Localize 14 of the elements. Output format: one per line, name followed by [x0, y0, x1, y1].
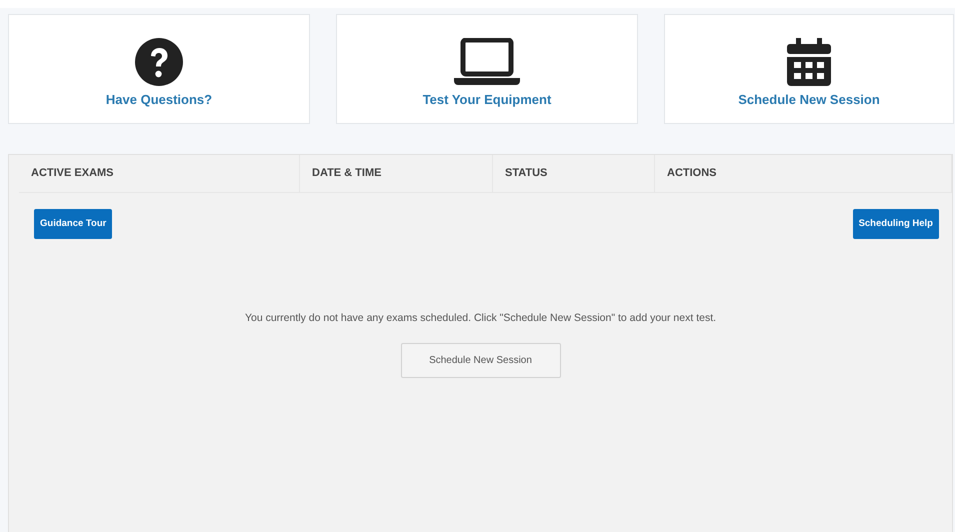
question-icon	[135, 38, 183, 86]
column-header: ACTIONS	[655, 155, 952, 192]
column-header: DATE & TIME	[300, 155, 493, 192]
action-tile[interactable]: Schedule New Session	[664, 14, 954, 124]
empty-message: You currently do not have any exams scheduled. Click "Schedule New Session" to add your next test.	[244, 310, 718, 326]
action-tile[interactable]: Test Your Equipment	[336, 14, 638, 124]
column-header: STATUS	[493, 155, 655, 192]
laptop-icon	[454, 38, 520, 86]
guidance-tour-button[interactable]: Guidance Tour	[34, 208, 112, 239]
schedule-new-session-button[interactable]: Schedule New Session	[400, 342, 560, 378]
calendar-icon	[787, 38, 831, 86]
action-tile[interactable]: Have Questions?	[8, 14, 310, 124]
column-header: ACTIVE EXAMS	[19, 155, 300, 192]
scheduling-help-button[interactable]: Scheduling Help	[852, 208, 939, 239]
